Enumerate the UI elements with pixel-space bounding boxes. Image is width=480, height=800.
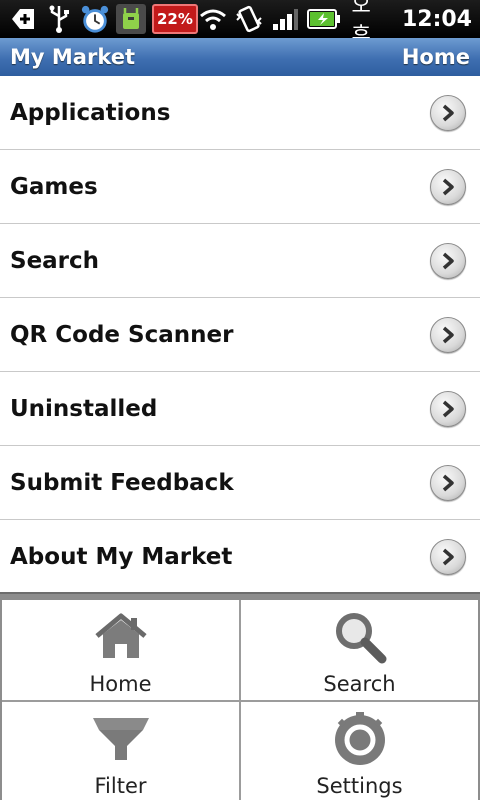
android-market-icon: [116, 4, 146, 34]
status-clock: 12:04: [401, 6, 472, 32]
status-bar: 22% 오후 12:04: [0, 0, 480, 47]
list-item-label: Games: [10, 173, 98, 200]
list-item-search[interactable]: Search: [0, 224, 480, 298]
list-item-qr-code-scanner[interactable]: QR Code Scanner: [0, 298, 480, 372]
home-icon: [91, 608, 151, 666]
usb-icon: [44, 4, 74, 34]
list-item-applications[interactable]: Applications: [0, 76, 480, 150]
settings-icon: [330, 710, 390, 768]
filter-icon: [91, 710, 151, 768]
list-item-label: QR Code Scanner: [10, 321, 234, 348]
menu-search-button[interactable]: Search: [241, 600, 478, 700]
main-menu-list: Applications Games Search QR Code Scanne…: [0, 76, 480, 594]
app-title: My Market: [10, 45, 136, 69]
chevron-right-icon[interactable]: [430, 168, 466, 205]
list-item-submit-feedback[interactable]: Submit Feedback: [0, 446, 480, 520]
list-item-label: Search: [10, 247, 100, 274]
home-link[interactable]: Home: [402, 45, 470, 69]
battery-percent-badge: 22%: [152, 4, 198, 34]
menu-label: Home: [89, 672, 152, 696]
chevron-right-icon[interactable]: [430, 538, 466, 575]
wifi-icon: [198, 4, 228, 34]
chevron-right-icon[interactable]: [430, 316, 466, 353]
menu-home-button[interactable]: Home: [2, 600, 239, 700]
menu-label: Filter: [94, 774, 147, 798]
alarm-clock-icon: [80, 4, 110, 34]
list-item-label: Uninstalled: [10, 395, 158, 422]
options-menu-grid: Home Search Filter Settings: [2, 600, 478, 800]
chevron-right-icon[interactable]: [430, 242, 466, 279]
menu-filter-button[interactable]: Filter: [2, 702, 239, 800]
options-menu: Home Search Filter Settings: [0, 592, 480, 800]
chevron-right-icon[interactable]: [430, 390, 466, 427]
menu-label: Settings: [316, 774, 403, 798]
list-item-games[interactable]: Games: [0, 150, 480, 224]
battery-charging-icon: [306, 4, 342, 34]
chevron-right-icon[interactable]: [430, 464, 466, 501]
chevron-right-icon[interactable]: [430, 94, 466, 131]
status-bar-notifications: 22%: [0, 4, 198, 34]
list-item-uninstalled[interactable]: Uninstalled: [0, 372, 480, 446]
list-item-label: Applications: [10, 99, 171, 126]
search-icon: [330, 608, 390, 666]
list-item-label: About My Market: [10, 543, 233, 570]
menu-settings-button[interactable]: Settings: [241, 702, 478, 800]
app-titlebar: My Market Home: [0, 38, 480, 78]
vibrate-icon: [234, 4, 264, 34]
list-item-about-my-market[interactable]: About My Market: [0, 520, 480, 594]
list-item-label: Submit Feedback: [10, 469, 234, 496]
plus-badge-icon: [8, 4, 38, 34]
signal-strength-icon: [270, 4, 300, 34]
menu-label: Search: [323, 672, 396, 696]
